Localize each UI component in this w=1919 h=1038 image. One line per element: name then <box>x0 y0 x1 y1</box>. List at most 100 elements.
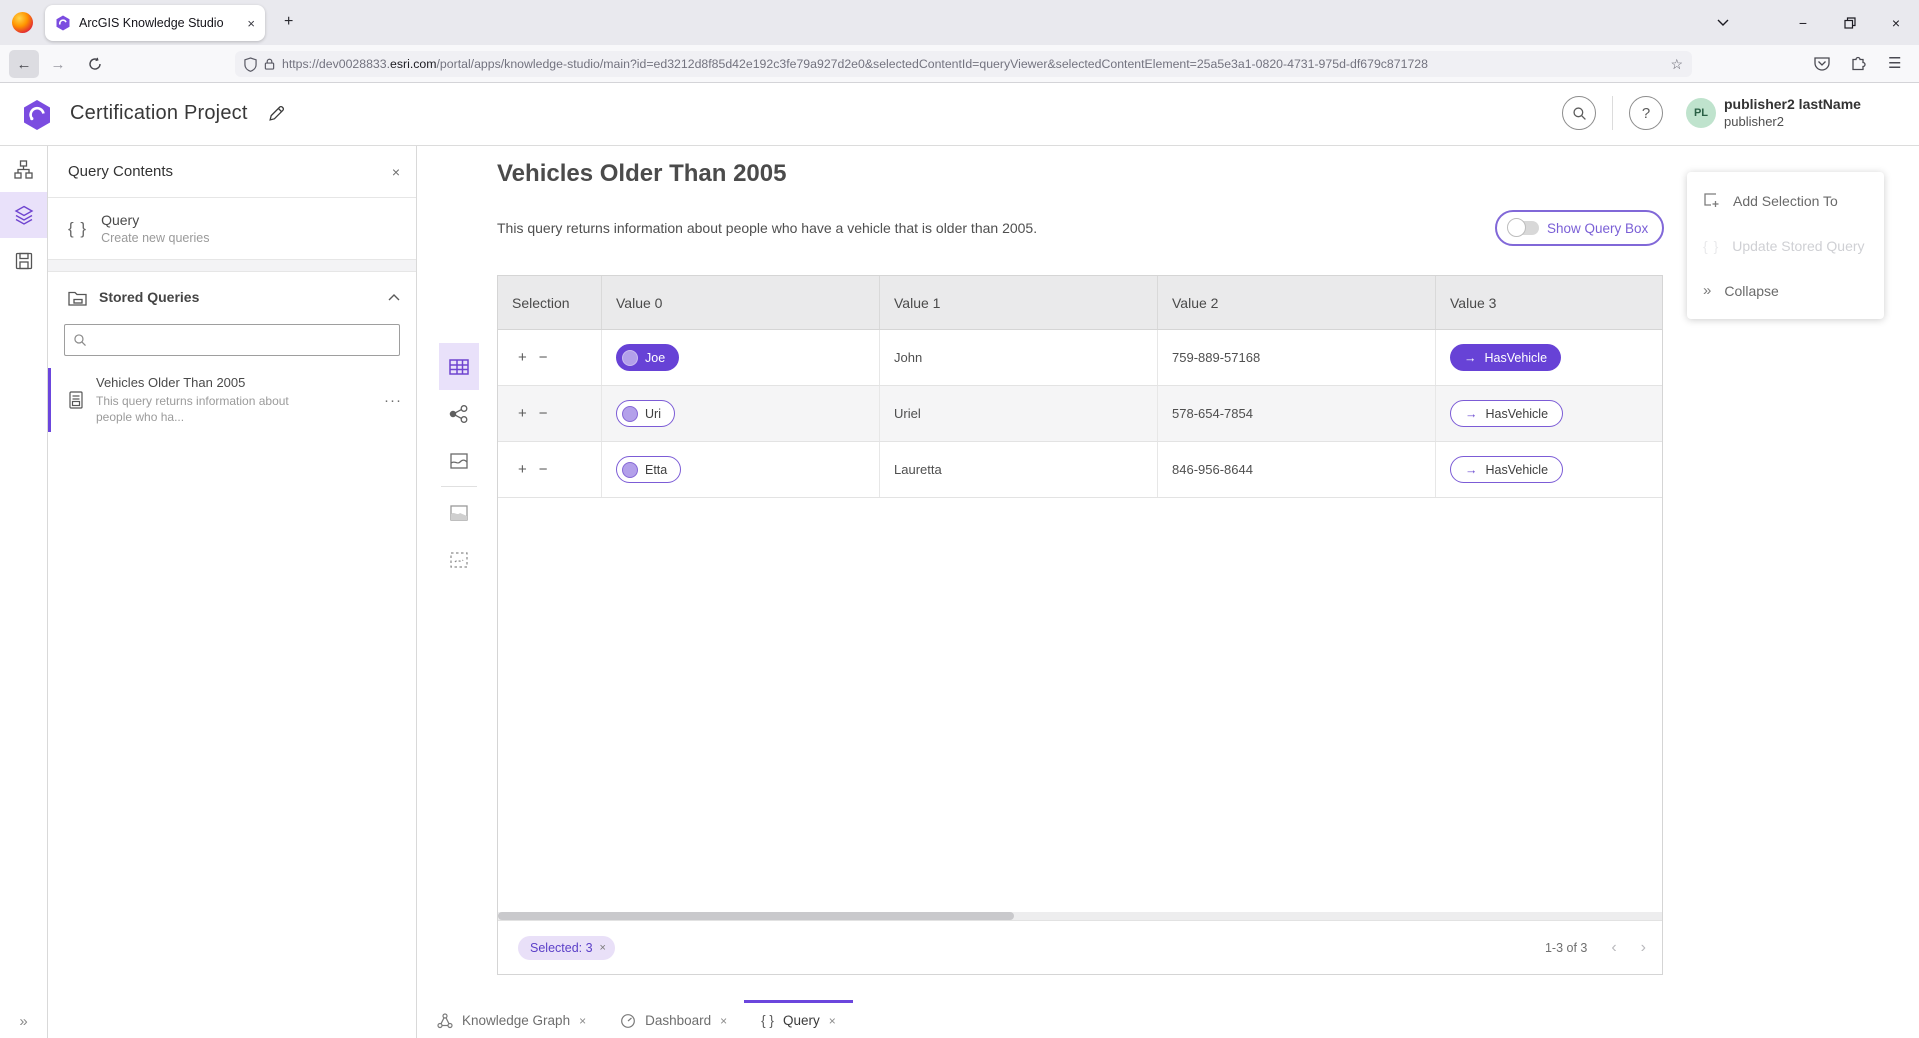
arcgis-favicon-icon <box>55 15 71 31</box>
add-selection-icon[interactable]: + <box>518 349 527 366</box>
table-header-row: Selection Value 0 Value 1 Value 2 Value … <box>498 276 1662 330</box>
sitemap-icon <box>14 160 33 179</box>
show-query-box-toggle[interactable]: Show Query Box <box>1495 210 1664 246</box>
horizontal-scrollbar[interactable] <box>498 912 1662 920</box>
next-page-icon[interactable]: › <box>1641 939 1646 957</box>
search-button[interactable] <box>1562 96 1596 130</box>
stored-queries-header[interactable]: Stored Queries <box>48 272 416 322</box>
link-chart-button[interactable] <box>439 390 479 437</box>
user-subtitle: publisher2 <box>1724 114 1861 130</box>
entity-dot-icon <box>622 462 638 478</box>
tab-close-icon[interactable]: × <box>829 1014 836 1028</box>
column-header[interactable]: Value 0 <box>602 276 880 329</box>
cell-value: Uriel <box>880 386 1158 441</box>
extensions-puzzle-icon[interactable] <box>1850 54 1868 72</box>
menu-item-add-selection-to[interactable]: Add Selection To <box>1687 178 1884 223</box>
tab-overflow-icon[interactable] <box>1700 0 1746 45</box>
table-view-button[interactable] <box>439 343 479 390</box>
table-row[interactable]: +− Etta Lauretta 846-956-8644 →HasVehicl… <box>498 442 1662 498</box>
column-header[interactable]: Selection <box>498 276 602 329</box>
entity-pill[interactable]: Uri <box>616 400 675 427</box>
shield-icon[interactable] <box>244 57 257 72</box>
table-footer: Selected: 3 × 1-3 of 3 ‹ › <box>498 920 1662 974</box>
relationship-pill[interactable]: →HasVehicle <box>1450 344 1561 371</box>
cell-value: 578-654-7854 <box>1158 386 1436 441</box>
url-text: https://dev0028833.esri.com/portal/apps/… <box>282 57 1663 71</box>
folder-icon <box>68 289 87 306</box>
new-query-item[interactable]: { } Query Create new queries <box>48 198 416 260</box>
forward-button[interactable]: → <box>43 50 73 78</box>
relationship-pill[interactable]: →HasVehicle <box>1450 456 1563 483</box>
selection-extent-button[interactable] <box>439 536 479 583</box>
reload-button[interactable] <box>80 50 110 78</box>
edit-pencil-icon[interactable] <box>268 105 285 122</box>
page-description: This query returns information about peo… <box>497 220 1037 236</box>
map-icon <box>448 451 470 471</box>
selected-count-label: Selected: 3 <box>530 941 593 955</box>
entity-dot-icon <box>622 350 638 366</box>
rail-item-contents[interactable] <box>0 192 47 238</box>
rail-item-data-model[interactable] <box>0 146 47 192</box>
table-row[interactable]: +− Uri Uriel 578-654-7854 →HasVehicle <box>498 386 1662 442</box>
new-map-button[interactable] <box>439 489 479 536</box>
page-title: Vehicles Older Than 2005 <box>497 160 786 188</box>
tab-close-icon[interactable]: × <box>579 1014 586 1028</box>
remove-selection-icon[interactable]: − <box>539 405 548 422</box>
cell-value: Lauretta <box>880 442 1158 497</box>
expand-rail-icon[interactable]: » <box>0 1013 47 1030</box>
help-button[interactable]: ? <box>1629 96 1663 130</box>
back-button[interactable]: ← <box>9 50 39 78</box>
bookmark-star-icon[interactable]: ☆ <box>1670 56 1683 73</box>
remove-selection-icon[interactable]: − <box>539 349 548 366</box>
lock-icon[interactable] <box>264 57 275 71</box>
entity-dot-icon <box>622 406 638 422</box>
selection-context-menu: Add Selection To { } Update Stored Query… <box>1687 172 1884 319</box>
entity-pill[interactable]: Joe <box>616 344 679 371</box>
window-close-button[interactable]: × <box>1873 0 1919 45</box>
selected-count-chip[interactable]: Selected: 3 × <box>518 936 615 960</box>
user-info[interactable]: publisher2 lastName publisher2 <box>1724 96 1861 130</box>
firefox-icon[interactable] <box>12 12 33 33</box>
menu-item-collapse[interactable]: » Collapse <box>1687 268 1884 313</box>
menu-item-update-stored-query[interactable]: { } Update Stored Query <box>1687 223 1884 268</box>
query-document-icon <box>68 391 84 409</box>
browser-menu-icon[interactable]: ☰ <box>1888 54 1901 72</box>
remove-selection-icon[interactable]: − <box>539 461 548 478</box>
layers-icon <box>14 205 34 225</box>
scrollbar-thumb[interactable] <box>498 912 1014 920</box>
map-view-button[interactable] <box>439 437 479 484</box>
add-selection-icon[interactable]: + <box>518 461 527 478</box>
cell-value: John <box>880 330 1158 385</box>
avatar[interactable]: PL <box>1686 98 1716 128</box>
window-restore-button[interactable] <box>1827 0 1873 45</box>
search-input[interactable] <box>93 333 391 348</box>
new-tab-button[interactable]: + <box>284 13 293 31</box>
clear-selection-icon[interactable]: × <box>600 942 606 954</box>
more-options-icon[interactable]: ··· <box>384 392 402 409</box>
chevron-up-icon[interactable] <box>388 294 400 301</box>
column-header[interactable]: Value 2 <box>1158 276 1436 329</box>
add-selection-icon[interactable]: + <box>518 405 527 422</box>
menu-item-label: Collapse <box>1724 283 1778 299</box>
stored-query-item[interactable]: Vehicles Older Than 2005 This query retu… <box>48 368 416 432</box>
tab-close-icon[interactable]: × <box>247 16 255 31</box>
panel-close-icon[interactable]: × <box>392 164 400 180</box>
stored-query-search[interactable] <box>64 324 400 356</box>
window-minimize-button[interactable]: − <box>1780 0 1826 45</box>
url-bar[interactable]: https://dev0028833.esri.com/portal/apps/… <box>235 51 1692 77</box>
prev-page-icon[interactable]: ‹ <box>1611 939 1616 957</box>
browser-tab[interactable]: ArcGIS Knowledge Studio × <box>45 5 265 41</box>
relationship-pill[interactable]: →HasVehicle <box>1450 400 1563 427</box>
tab-query[interactable]: { } Query × <box>744 1000 853 1038</box>
table-row[interactable]: +− Joe John 759-889-57168 →HasVehicle <box>498 330 1662 386</box>
tab-knowledge-graph[interactable]: Knowledge Graph × <box>420 1000 603 1038</box>
tab-close-icon[interactable]: × <box>720 1014 727 1028</box>
content-tabs: Knowledge Graph × Dashboard × { } Query … <box>418 1000 853 1038</box>
cell-value: 846-956-8644 <box>1158 442 1436 497</box>
rail-item-save[interactable] <box>0 238 47 284</box>
column-header[interactable]: Value 3 <box>1436 276 1662 329</box>
pocket-icon[interactable] <box>1813 54 1831 72</box>
column-header[interactable]: Value 1 <box>880 276 1158 329</box>
tab-dashboard[interactable]: Dashboard × <box>603 1000 744 1038</box>
entity-pill[interactable]: Etta <box>616 456 681 483</box>
